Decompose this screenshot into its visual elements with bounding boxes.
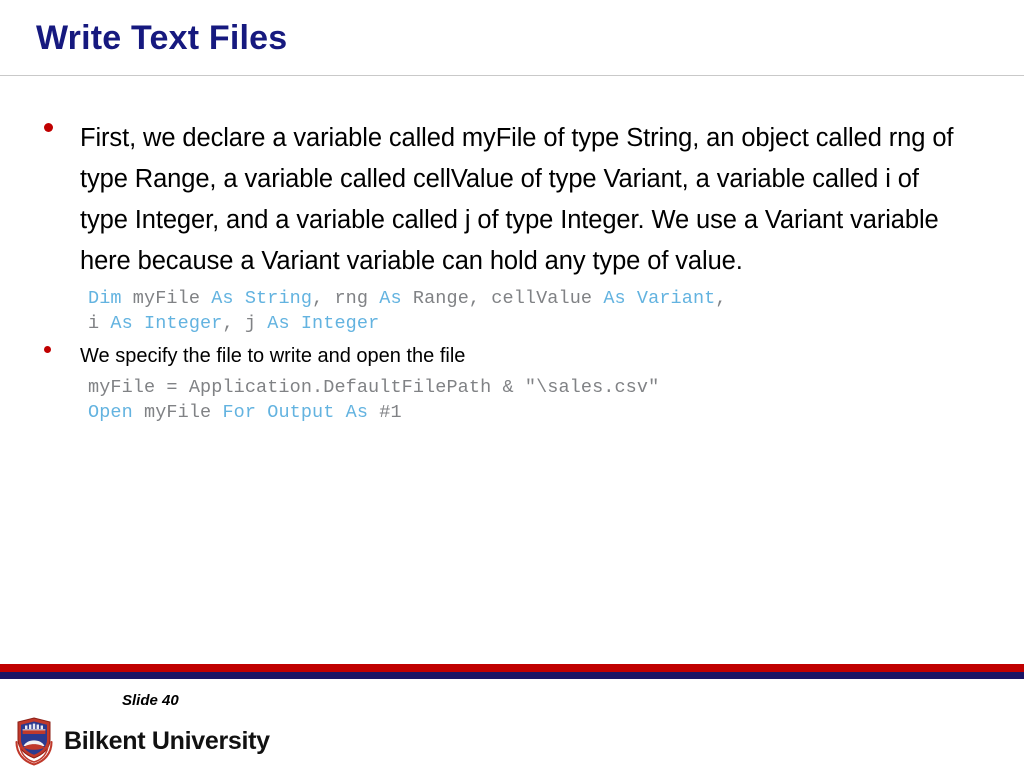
brand-name: Bilkent University <box>64 726 270 755</box>
code-block-open-file: myFile = Application.DefaultFilePath & "… <box>0 375 1024 425</box>
bullet-item-2: We specify the file to write and open th… <box>0 343 1024 370</box>
bullet-marker-icon <box>0 118 80 136</box>
code-line: i As Integer, j As Integer <box>88 313 380 334</box>
slide-number: Slide 40 <box>122 692 179 709</box>
bilkent-shield-crest-icon <box>10 716 58 766</box>
page-title: Write Text Files <box>36 19 288 57</box>
bullet-marker-icon <box>0 343 80 361</box>
bullet-item-2-text: We specify the file to write and open th… <box>80 345 466 367</box>
title-area: Write Text Files <box>36 16 996 66</box>
title-divider <box>0 75 1024 76</box>
footer-bar-red <box>0 664 1024 672</box>
slide-body: First, we declare a variable called myFi… <box>0 118 1024 425</box>
bullet-item-1-text: First, we declare a variable called myFi… <box>80 124 954 275</box>
footer-bar-navy <box>0 672 1024 679</box>
bullet-item-1: First, we declare a variable called myFi… <box>0 118 1024 282</box>
code-line: myFile = Application.DefaultFilePath & "… <box>88 377 660 398</box>
brand-footer: Bilkent University <box>10 716 270 766</box>
code-block-declaration: Dim myFile As String, rng As Range, cell… <box>0 286 1024 336</box>
code-line: Dim myFile As String, rng As Range, cell… <box>88 288 727 309</box>
code-line: Open myFile For Output As #1 <box>88 402 402 423</box>
slide-canvas: Write Text Files First, we declare a var… <box>0 0 1024 768</box>
